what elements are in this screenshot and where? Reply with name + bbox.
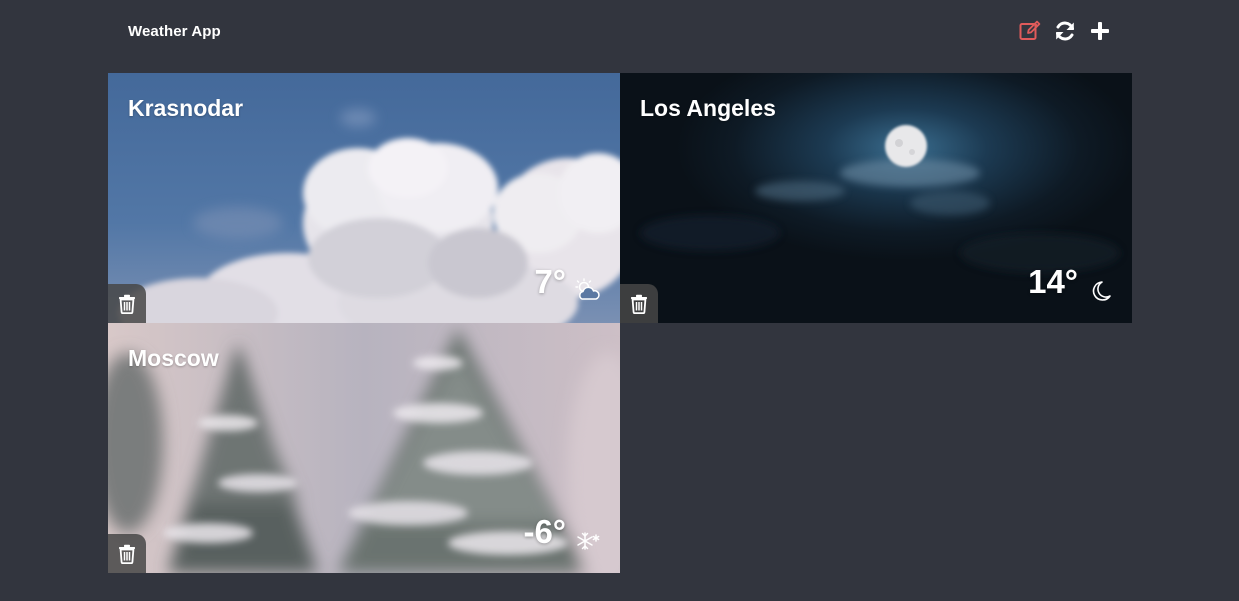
temperature: 7°	[534, 263, 566, 300]
add-city-button[interactable]	[1088, 19, 1112, 43]
city-card-los-angeles[interactable]: Los Angeles 14°	[620, 73, 1132, 323]
weather-app: Weather App Krasnodar 7° Los Angeles 14°…	[108, 0, 1132, 601]
app-header: Weather App	[108, 0, 1132, 62]
city-name: Los Angeles	[640, 95, 776, 121]
plus-icon	[1091, 22, 1109, 40]
trash-icon	[119, 294, 135, 314]
delete-button[interactable]	[108, 534, 146, 573]
partly-cloudy-icon	[575, 278, 600, 300]
edit-icon	[1019, 20, 1041, 40]
city-cards-grid: Krasnodar 7° Los Angeles 14° Moscow -6°	[108, 73, 1132, 573]
refresh-button[interactable]	[1053, 19, 1077, 43]
temperature: -6°	[523, 513, 566, 550]
moon-icon	[1092, 281, 1111, 301]
delete-button[interactable]	[108, 284, 146, 323]
city-name: Moscow	[128, 345, 219, 371]
snowflake-icon	[577, 532, 600, 550]
delete-button[interactable]	[620, 284, 658, 323]
city-name: Krasnodar	[128, 95, 244, 121]
header-actions	[1018, 19, 1112, 43]
city-card-krasnodar[interactable]: Krasnodar 7°	[108, 73, 620, 323]
city-card-moscow[interactable]: Moscow -6°	[108, 323, 620, 573]
trash-icon	[631, 294, 647, 314]
temperature: 14°	[1028, 263, 1078, 300]
edit-button[interactable]	[1018, 19, 1042, 43]
app-title: Weather App	[128, 22, 221, 40]
refresh-icon	[1056, 21, 1074, 41]
trash-icon	[119, 544, 135, 564]
